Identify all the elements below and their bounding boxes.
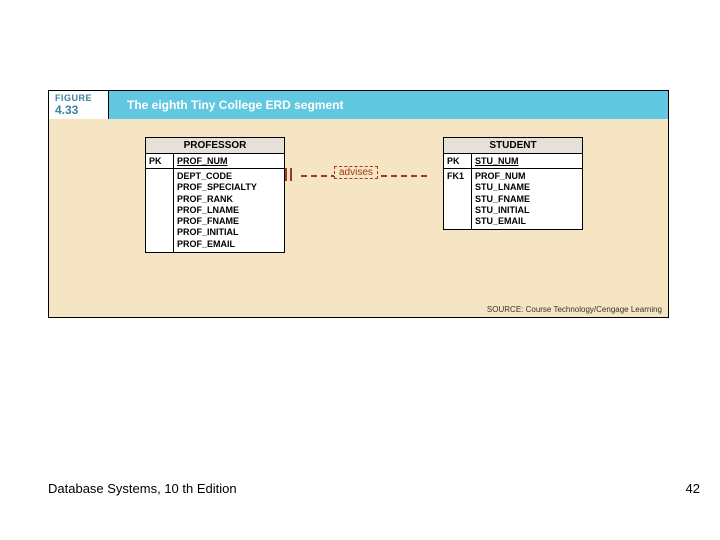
student-attr: STU_FNAME xyxy=(475,194,530,205)
professor-attr: PROF_LNAME xyxy=(177,205,257,216)
entity-student: STUDENT PK STU_NUM FK1 PROF_NUM STU_LNAM… xyxy=(443,137,583,230)
student-attr: STU_LNAME xyxy=(475,182,530,193)
figure-number: 4.33 xyxy=(55,103,102,117)
professor-pk-label: PK xyxy=(146,154,174,168)
professor-pk-attr: PROF_NUM xyxy=(174,154,231,168)
entity-professor-pkrow: PK PROF_NUM xyxy=(146,154,284,169)
entity-student-pkrow: PK STU_NUM xyxy=(444,154,582,169)
erd-area: PROFESSOR PK PROF_NUM DEPT_CODE PROF_SPE… xyxy=(49,119,668,317)
professor-attr: PROF_INITIAL xyxy=(177,227,257,238)
student-pk-label: PK xyxy=(444,154,472,168)
entity-professor: PROFESSOR PK PROF_NUM DEPT_CODE PROF_SPE… xyxy=(145,137,285,253)
student-attr: PROF_NUM xyxy=(475,171,530,182)
entity-student-attrs: FK1 PROF_NUM STU_LNAME STU_FNAME STU_INI… xyxy=(444,169,582,229)
figure-label: FIGURE xyxy=(55,93,102,103)
professor-attr: DEPT_CODE xyxy=(177,171,257,182)
professor-attr: PROF_RANK xyxy=(177,194,257,205)
figure-number-box: FIGURE 4.33 xyxy=(49,91,109,119)
footer-text: Database Systems, 10 th Edition xyxy=(48,481,237,496)
page-number: 42 xyxy=(686,481,700,496)
figure-container: FIGURE 4.33 The eighth Tiny College ERD … xyxy=(48,90,669,318)
source-credit: SOURCE: Course Technology/Cengage Learni… xyxy=(487,305,662,314)
professor-attr: PROF_SPECIALTY xyxy=(177,182,257,193)
slide-stage: FIGURE 4.33 The eighth Tiny College ERD … xyxy=(0,0,720,540)
student-pk-attr: STU_NUM xyxy=(472,154,522,168)
relationship-label: advises xyxy=(334,166,378,179)
entity-professor-title: PROFESSOR xyxy=(146,138,284,154)
professor-attr-list: DEPT_CODE PROF_SPECIALTY PROF_RANK PROF_… xyxy=(174,169,260,252)
professor-attr: PROF_EMAIL xyxy=(177,239,257,250)
cardinality-one-icon xyxy=(285,168,292,181)
professor-attr: PROF_FNAME xyxy=(177,216,257,227)
figure-title: The eighth Tiny College ERD segment xyxy=(109,91,343,119)
student-attr: STU_EMAIL xyxy=(475,216,530,227)
entity-professor-attrs: DEPT_CODE PROF_SPECIALTY PROF_RANK PROF_… xyxy=(146,169,284,252)
student-fk-label: FK1 xyxy=(444,169,472,229)
student-attr-list: PROF_NUM STU_LNAME STU_FNAME STU_INITIAL… xyxy=(472,169,533,229)
entity-student-title: STUDENT xyxy=(444,138,582,154)
student-attr: STU_INITIAL xyxy=(475,205,530,216)
figure-titlebar: FIGURE 4.33 The eighth Tiny College ERD … xyxy=(49,91,668,119)
professor-fk-label xyxy=(146,169,174,252)
